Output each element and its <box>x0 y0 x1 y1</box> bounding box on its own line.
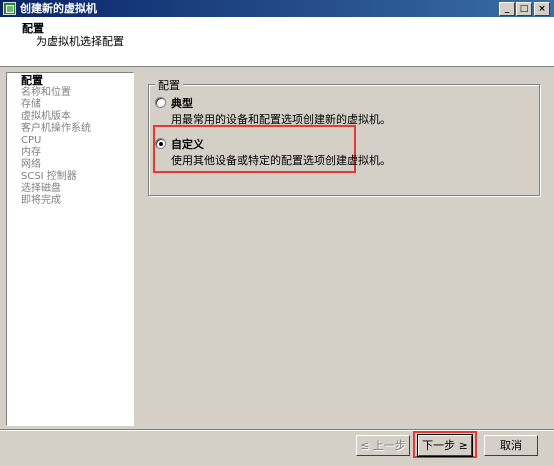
nav-step-name-location[interactable]: 名称和位置 <box>21 87 133 99</box>
title-bar: 创建新的虚拟机 _ □ × <box>0 0 554 17</box>
page-subtitle: 为虚拟机选择配置 <box>36 35 124 48</box>
typical-radio[interactable] <box>155 97 166 108</box>
nav-step-vm-version[interactable]: 虚拟机版本 <box>21 111 133 123</box>
minimize-button[interactable]: _ <box>499 2 515 16</box>
nav-step-scsi-controller[interactable]: SCSI 控制器 <box>21 171 133 183</box>
next-button[interactable]: 下一步 ≥ <box>417 434 473 457</box>
nav-step-configuration[interactable]: 配置 <box>21 75 133 87</box>
maximize-button[interactable]: □ <box>516 2 532 16</box>
cancel-button[interactable]: 取消 <box>484 435 538 456</box>
vm-app-icon <box>3 2 16 15</box>
custom-description: 使用其他设备或特定的配置选项创建虚拟机。 <box>171 154 391 167</box>
group-legend: 配置 <box>155 77 183 93</box>
configuration-group: 配置 典型 用最常用的设备和配置选项创建新的虚拟机。 自定义 使用其他设备或特定… <box>148 77 540 196</box>
nav-step-network[interactable]: 网络 <box>21 159 133 171</box>
window-title: 创建新的虚拟机 <box>20 2 97 15</box>
custom-radio[interactable] <box>155 138 166 149</box>
custom-label[interactable]: 自定义 <box>171 136 204 152</box>
nav-step-storage[interactable]: 存储 <box>21 99 133 111</box>
nav-step-memory[interactable]: 内存 <box>21 147 133 159</box>
nav-step-cpu[interactable]: CPU <box>21 135 133 147</box>
content-panel: 配置 典型 用最常用的设备和配置选项创建新的虚拟机。 自定义 使用其他设备或特定… <box>140 72 548 426</box>
typical-label[interactable]: 典型 <box>171 95 193 111</box>
back-button[interactable]: ≤ 上一步 <box>356 435 410 456</box>
wizard-steps-nav: 配置 名称和位置 存储 虚拟机版本 客户机操作系统 CPU 内存 网络 SCSI… <box>6 72 134 426</box>
wizard-header: 配置 为虚拟机选择配置 <box>0 17 554 67</box>
close-button[interactable]: × <box>534 2 550 16</box>
nav-step-ready-to-complete[interactable]: 即将完成 <box>21 195 133 207</box>
nav-step-select-disk[interactable]: 选择磁盘 <box>21 183 133 195</box>
nav-step-guest-os[interactable]: 客户机操作系统 <box>21 123 133 135</box>
